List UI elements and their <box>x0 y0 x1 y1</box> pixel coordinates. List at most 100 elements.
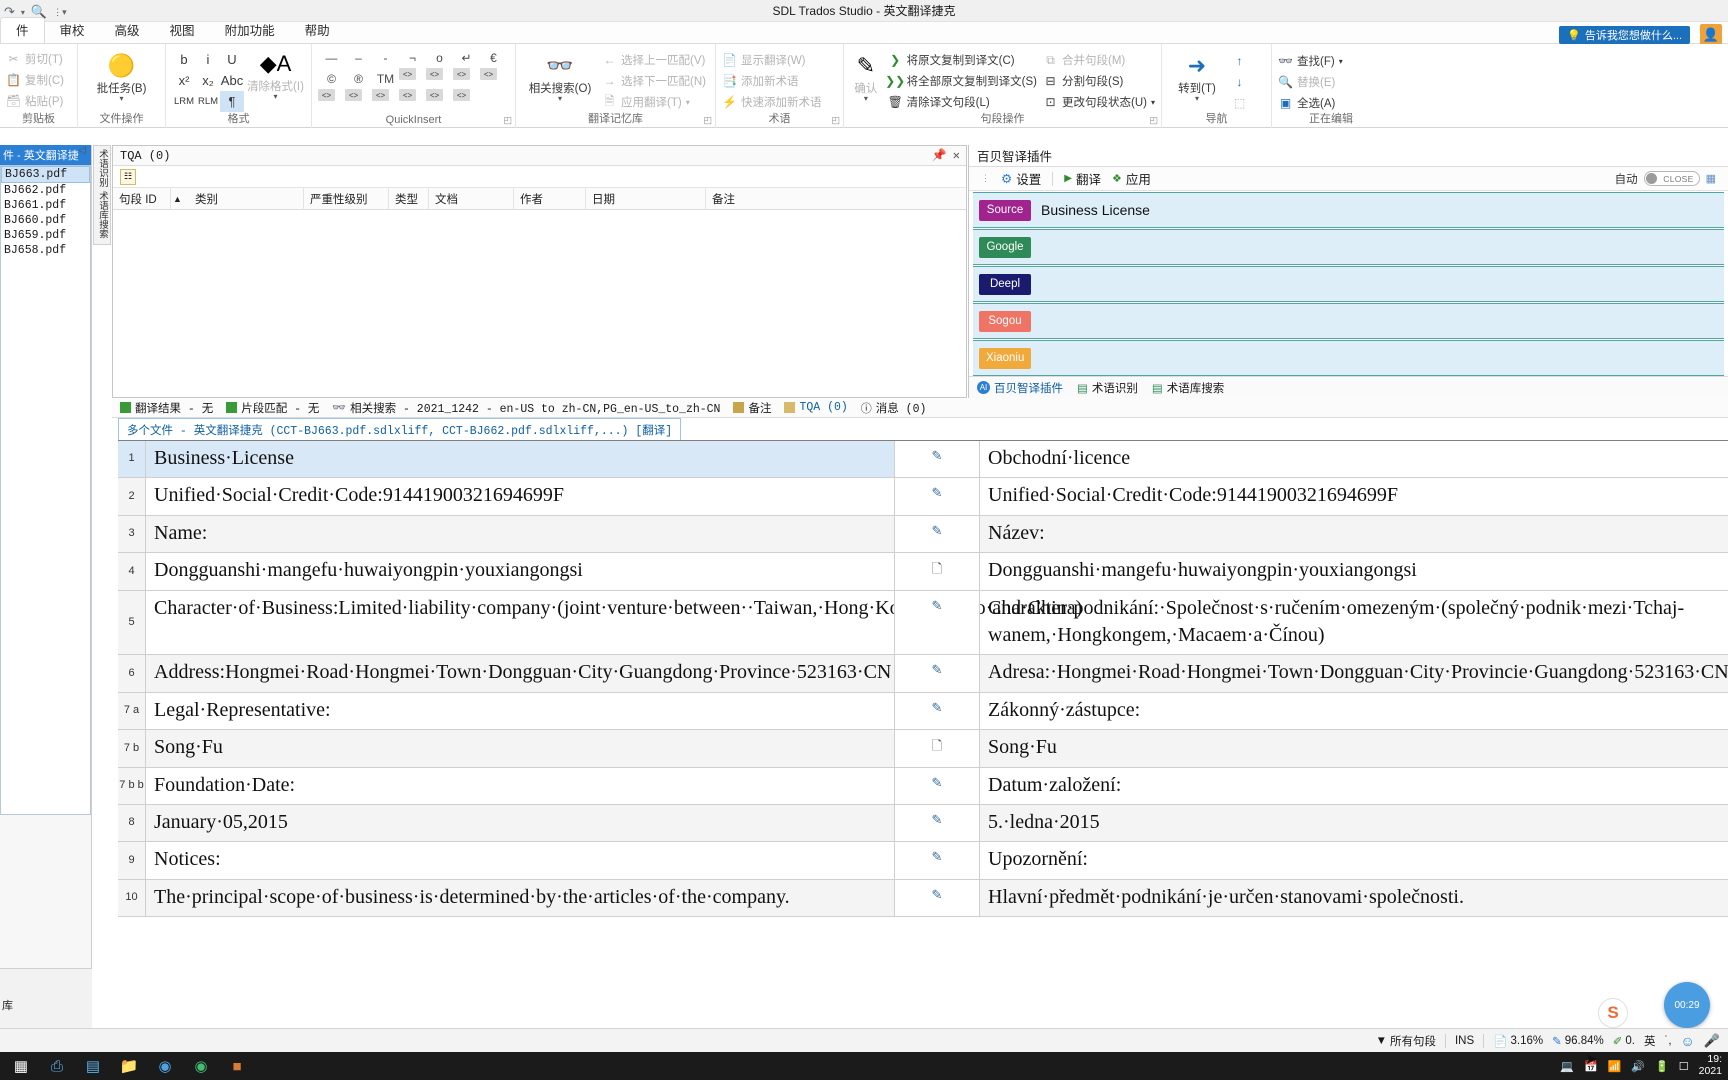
tqa-column-author[interactable]: 作者 <box>514 187 586 210</box>
segment-status-icon[interactable]: ✎ <box>894 590 980 655</box>
table-row[interactable]: 10 The·principal·scope·of·business·is·de… <box>118 879 1728 918</box>
tag-button-9[interactable]: <> <box>426 89 443 101</box>
split-segment-button[interactable]: ⊟ 分割句段(S) <box>1043 71 1155 91</box>
italic-button[interactable]: i <box>196 49 220 70</box>
apply-translation-button[interactable]: 🗎 应用翻译(T) ▾ <box>602 92 706 112</box>
segment-target[interactable]: Hlavní·předmět·podnikání·je·určen·stanov… <box>980 879 1728 917</box>
file-list-item-2[interactable]: BJ661.pdf <box>1 198 90 213</box>
edge-icon[interactable]: ◉ <box>184 1053 218 1079</box>
degree-button[interactable]: o <box>426 47 453 68</box>
start-icon[interactable]: ▦ <box>4 1053 38 1079</box>
plugin-tab-term-recognition[interactable]: ▤ 术语识别 <box>1077 380 1138 396</box>
results-tab-fragment-match[interactable]: 片段匹配 - 无 <box>226 400 319 416</box>
chevron-down-icon[interactable]: ▾ <box>119 94 123 103</box>
segment-status-icon[interactable]: 🗋 <box>894 553 980 590</box>
app-icon[interactable]: ■ <box>220 1053 254 1079</box>
ribbon-tab-strip[interactable]: 件 审校 高级 视图 附加功能 帮助 <box>0 17 1728 44</box>
segment-source[interactable]: Business·License <box>146 441 894 478</box>
rlm-button[interactable]: RLM <box>196 91 220 112</box>
microphone-icon[interactable]: 🎤 <box>1704 1033 1720 1049</box>
file-list-item-0[interactable]: BJ663.pdf <box>1 166 90 183</box>
segment-target[interactable]: Datum·založení: <box>980 768 1728 804</box>
plugin-tab-strip[interactable]: AI 百贝智译插件 ▤ 术语识别 ▤ 术语库搜索 <box>969 376 1728 398</box>
copyright-button[interactable]: © <box>318 68 345 89</box>
segment-source[interactable]: Legal·Representative: <box>146 693 894 729</box>
tag-button-5[interactable]: <> <box>318 89 335 101</box>
table-row[interactable]: 8 January·05,2015 ✎ 5.·ledna·2015 <box>118 804 1728 843</box>
ribbon-tab-addins[interactable]: 附加功能 <box>210 18 290 43</box>
segment-status-icon[interactable]: ✎ <box>894 804 980 842</box>
tqa-column-document[interactable]: 文档 <box>429 187 514 210</box>
segment-target[interactable]: Adresa:·Hongmei·Road·Hongmei·Town·Donggu… <box>980 655 1728 692</box>
tqa-rows-area[interactable] <box>113 210 966 396</box>
tell-me-box[interactable]: 💡 告诉我您想做什么... <box>1559 26 1690 44</box>
tqa-column-severity[interactable]: 严重性级别 <box>304 187 389 210</box>
concordance-search-button[interactable]: 👓 相关搜索(O) ▾ <box>522 51 598 103</box>
copy-source-to-target-button[interactable]: ❯ 将原文复制到译文(C) <box>888 50 1037 70</box>
euro-button[interactable]: € <box>480 47 507 68</box>
more-caret-icon[interactable]: ⋮▾ <box>53 7 67 18</box>
segment-source[interactable]: Character·of·Business:Limited·liability·… <box>146 591 1082 655</box>
filter-icon[interactable]: ☷ <box>120 168 136 185</box>
status-doc-progress[interactable]: 📄 3.16% <box>1493 1034 1543 1048</box>
pin-icon[interactable]: 📌 <box>932 148 947 163</box>
subscript-button[interactable]: x₂ <box>196 70 220 91</box>
paste-button[interactable]: 🗃 粘贴(P) <box>6 91 71 111</box>
table-row[interactable]: 9 Notices: ✎ Upozornění: <box>118 842 1728 880</box>
chrome-icon[interactable]: ◉ <box>148 1053 182 1079</box>
plugin-apply-button[interactable]: ❖ 应用 <box>1112 169 1151 188</box>
vertical-tab-strip[interactable]: 术语识别 术语库搜索 <box>93 145 111 245</box>
table-row[interactable]: 6 Address:Hongmei·Road·Hongmei·Town·Dong… <box>118 655 1728 693</box>
tqa-column-comment[interactable]: 备注 <box>706 188 866 210</box>
segment-target[interactable]: Unified·Social·Credit·Code:9144190032169… <box>980 478 1728 514</box>
segment-source[interactable]: Notices: <box>146 842 894 878</box>
tag-button-10[interactable]: <> <box>453 89 470 101</box>
ribbon-tab-review[interactable]: 审校 <box>45 18 100 43</box>
plugin-row-xiaoniu[interactable]: Xiaoniu <box>973 340 1724 376</box>
chevron-down-icon[interactable]: ▾ <box>1339 57 1343 66</box>
segment-status-icon[interactable]: ✎ <box>894 441 980 478</box>
vertical-tab-termbase-search[interactable]: 术语库搜索 <box>95 191 109 239</box>
segment-source[interactable]: Name: <box>146 515 894 553</box>
status-insert-mode[interactable]: INS <box>1455 1035 1474 1047</box>
tqa-toolbar[interactable]: ☷ <box>113 166 966 188</box>
status-all-segments[interactable]: ▼ 所有句段 <box>1376 1033 1436 1049</box>
grid-layout-icon[interactable]: ▦ <box>1706 172 1716 185</box>
trademark-button[interactable]: TM <box>372 68 399 89</box>
clear-target-segment-button[interactable]: 🗑 清除译文句段(L) <box>888 92 1037 112</box>
status-extra-progress[interactable]: ✐ 0. <box>1613 1034 1635 1048</box>
dialog-launcher-icon[interactable]: ◰ <box>1149 115 1158 126</box>
table-row[interactable]: 2 Unified·Social·Credit·Code:91441900321… <box>118 478 1728 516</box>
segment-source[interactable]: Song·Fu <box>146 730 894 767</box>
underline-button[interactable]: U <box>220 49 244 70</box>
taskbar-clock[interactable]: 19: 2021 <box>1699 1054 1722 1077</box>
ribbon-tab-help[interactable]: 帮助 <box>290 18 345 43</box>
replace-button[interactable]: 🔍 替换(E) <box>1278 72 1384 92</box>
windows-taskbar[interactable]: ▦ ⎙ ▤ 📁 ◉ ◉ ■ 💻 📅 📶 🔊 🔋 ☐ 19: 2021 <box>0 1052 1728 1080</box>
table-row[interactable]: 3 Name: ✎ Název: <box>118 515 1728 554</box>
segment-source[interactable]: January·05,2015 <box>146 804 894 842</box>
tqa-column-category[interactable]: 类别 <box>189 187 304 210</box>
quickinsert-grid[interactable]: — – - ¬ o ↵ € © ® TM <> <> <> <> <> <> <… <box>318 47 509 110</box>
lrm-button[interactable]: LRM <box>172 91 196 112</box>
segment-source[interactable]: Foundation·Date: <box>146 768 894 804</box>
dialog-launcher-icon[interactable]: ◰ <box>503 115 512 126</box>
tqa-column-date[interactable]: 日期 <box>586 187 706 210</box>
table-row[interactable]: 7 b Song·Fu 🗋 Song·Fu <box>118 730 1728 768</box>
segment-source[interactable]: Unified·Social·Credit·Code:9144190032169… <box>146 478 894 514</box>
explorer-icon[interactable]: 📁 <box>112 1053 146 1079</box>
small-caps-button[interactable]: Abc <box>220 70 244 91</box>
pilcrow-button[interactable]: ¶ <box>220 91 244 112</box>
segment-target[interactable]: Charakter·podnikání:·Společnost·s·ručení… <box>980 591 1728 655</box>
tqa-column-headers[interactable]: 句段 ID ▲ 类别 严重性级别 类型 文档 作者 日期 备注 <box>113 187 966 210</box>
auto-toggle-group[interactable]: 自动 CLOSE ▦ <box>1615 171 1716 187</box>
goto-button[interactable]: ➜ 转到(T) ▾ <box>1168 51 1226 103</box>
segment-editor-grid[interactable]: 1 Business·License ✎ Obchodní·licence 2 … <box>118 440 1728 1028</box>
dialog-launcher-icon[interactable]: ◰ <box>703 115 712 126</box>
ribbon-tab-view[interactable]: 视图 <box>155 18 210 43</box>
sogou-floating-badge[interactable]: S <box>1598 998 1628 1028</box>
speaker-icon[interactable]: 🔊 <box>1631 1060 1645 1073</box>
file-list[interactable]: BJ663.pdf BJ662.pdf BJ661.pdf BJ660.pdf … <box>0 165 91 815</box>
segment-target[interactable]: Song·Fu <box>980 730 1728 767</box>
tag-button-8[interactable]: <> <box>399 89 416 101</box>
